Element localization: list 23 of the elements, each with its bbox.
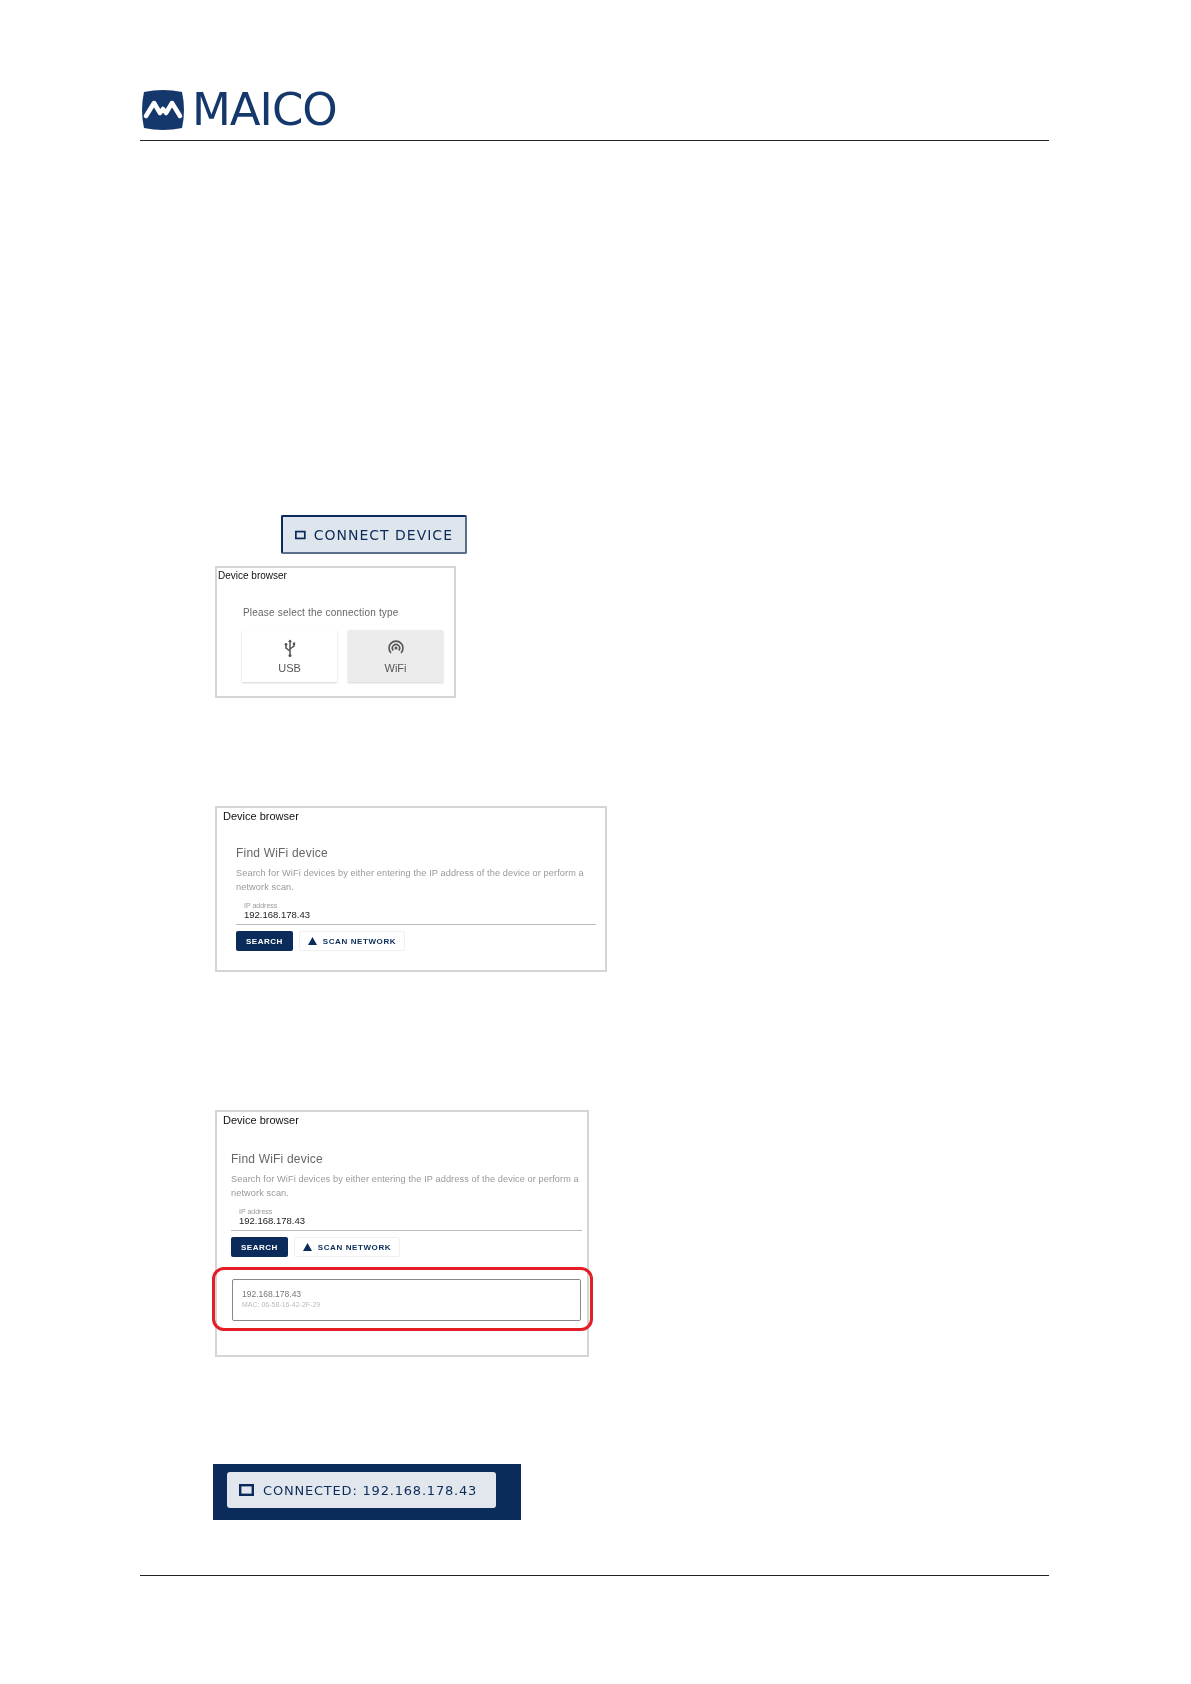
dialog-title: Device browser — [222, 1114, 300, 1126]
search-button[interactable]: SEARCH — [231, 1237, 288, 1257]
dialog-title: Device browser — [217, 570, 288, 581]
section-heading: Find WiFi device — [236, 846, 329, 860]
description-text: Search for WiFi devices by either entering the IP address of the device or perform a network scan. — [236, 867, 585, 894]
logo-icon — [140, 89, 186, 131]
square-icon — [295, 528, 306, 541]
scan-network-button[interactable]: SCAN NETWORK — [293, 1237, 401, 1257]
search-button[interactable]: SEARCH — [236, 931, 293, 951]
scan-network-button[interactable]: SCAN NETWORK — [298, 931, 406, 951]
connection-option[interactable]: WiFi — [348, 630, 443, 682]
usb-icon — [283, 638, 296, 657]
prompt-text: Please select the connection type — [243, 607, 400, 618]
connection-option[interactable]: USB — [242, 630, 337, 682]
warning-icon — [302, 1243, 312, 1251]
warning-icon — [307, 937, 317, 945]
brand-name: MAICO — [192, 88, 337, 132]
dialog-title: Device browser — [222, 810, 300, 822]
connected-device-button[interactable]: CONNECTED: 192.168.178.43 — [227, 1472, 496, 1508]
description-text: Search for WiFi devices by either entering the IP address of the device or perform a network scan. — [231, 1173, 580, 1200]
connect-device-button[interactable]: CONNECT DEVICE — [281, 515, 467, 554]
square-icon — [239, 1484, 254, 1496]
section-heading: Find WiFi device — [231, 1152, 324, 1166]
